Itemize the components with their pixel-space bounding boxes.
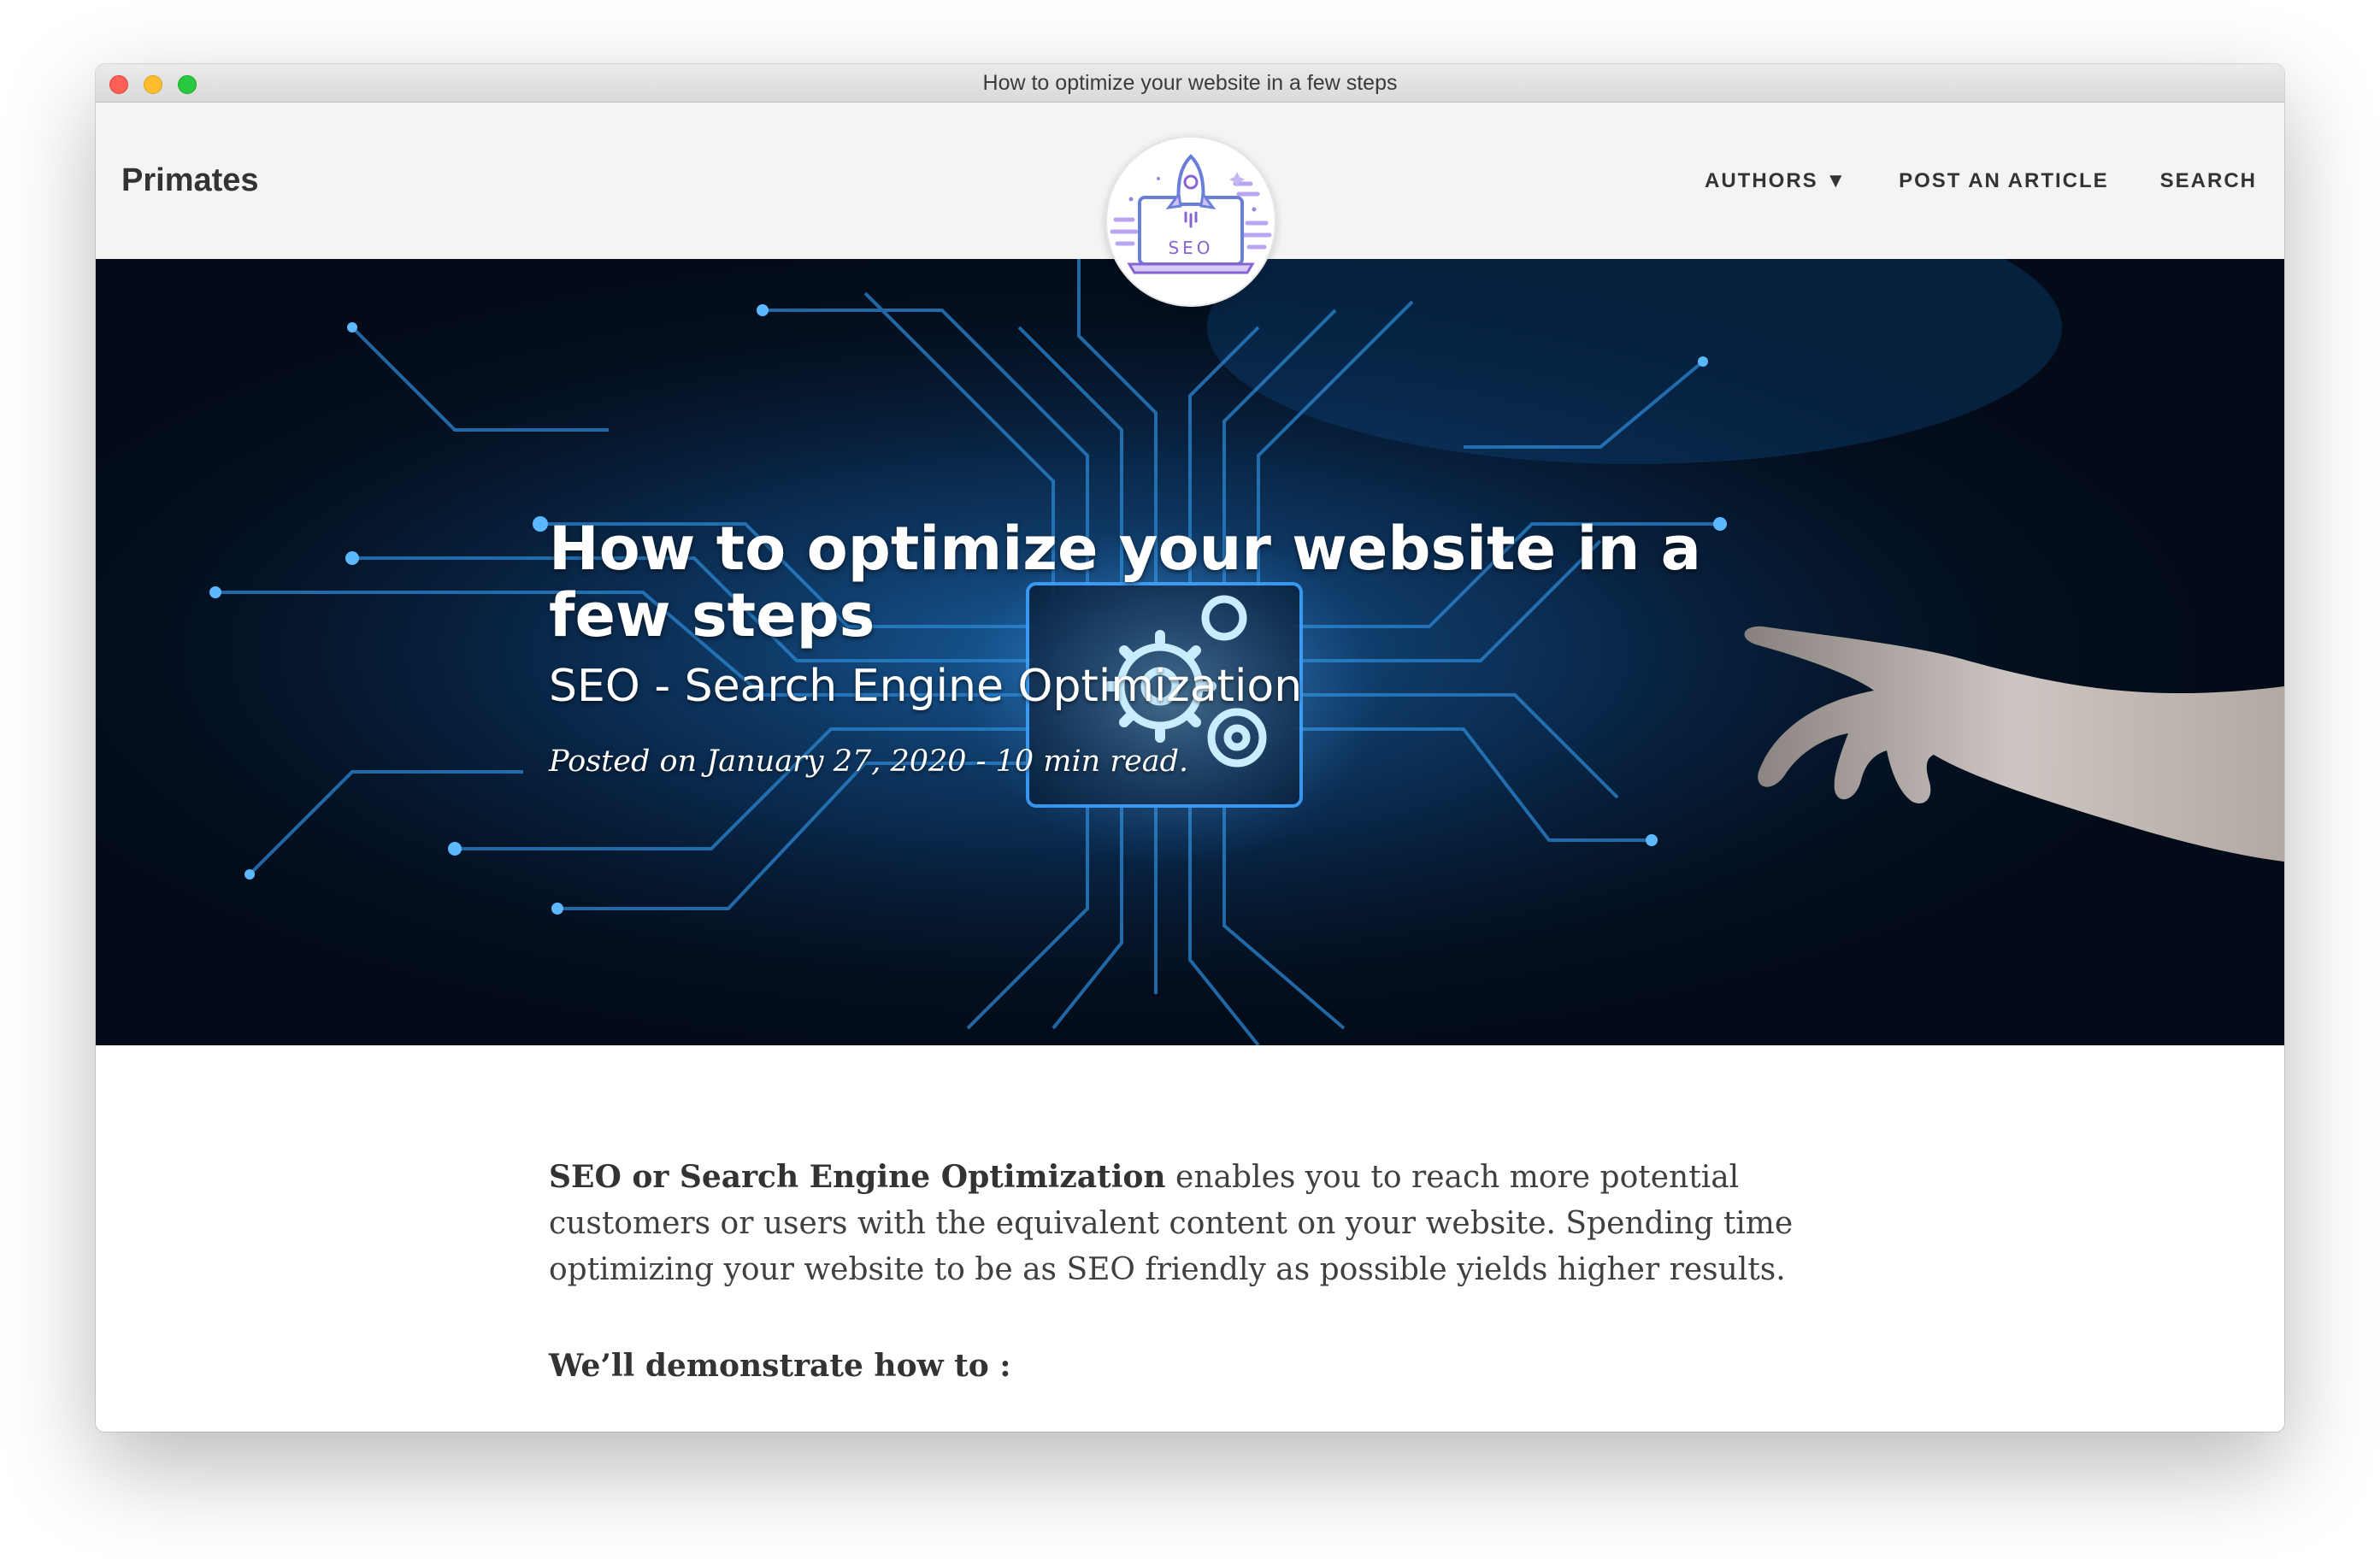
nav-search[interactable]: SEARCH — [2160, 169, 2257, 193]
seo-rocket-laptop-icon: SEO — [1110, 154, 1272, 274]
browser-window: How to optimize your website in a few st… — [96, 64, 2284, 1432]
window-title: How to optimize your website in a few st… — [982, 71, 1398, 95]
intro-paragraph: SEO or Search Engine Optimization enable… — [549, 1154, 1831, 1293]
intro-bold-text: SEO or Search Engine Optimization — [549, 1159, 1166, 1195]
title-bar: How to optimize your website in a few st… — [96, 64, 2284, 103]
nav-authors-dropdown[interactable]: AUTHORS ▼ — [1705, 169, 1847, 193]
nav-links: AUTHORS ▼ POST AN ARTICLE SEARCH — [1705, 103, 2257, 259]
hero-banner: How to optimize your website in a few st… — [96, 259, 2284, 1045]
site-brand-link[interactable]: Primates — [121, 103, 259, 259]
demo-heading: We’ll demonstrate how to : — [549, 1348, 1011, 1384]
post-title: How to optimize your website in a few st… — [549, 514, 1701, 650]
post-meta: Posted on January 27, 2020 - 10 min read… — [549, 744, 1189, 779]
nav-post-article[interactable]: POST AN ARTICLE — [1899, 169, 2109, 193]
seo-logo-text: SEO — [1168, 238, 1213, 258]
circuit-board-hand-illustration — [96, 259, 2284, 1045]
seo-logo[interactable]: SEO — [1105, 136, 1276, 307]
post-subtitle: SEO - Search Engine Optimization — [549, 661, 1303, 712]
article-body: SEO or Search Engine Optimization enable… — [549, 1154, 1831, 1389]
